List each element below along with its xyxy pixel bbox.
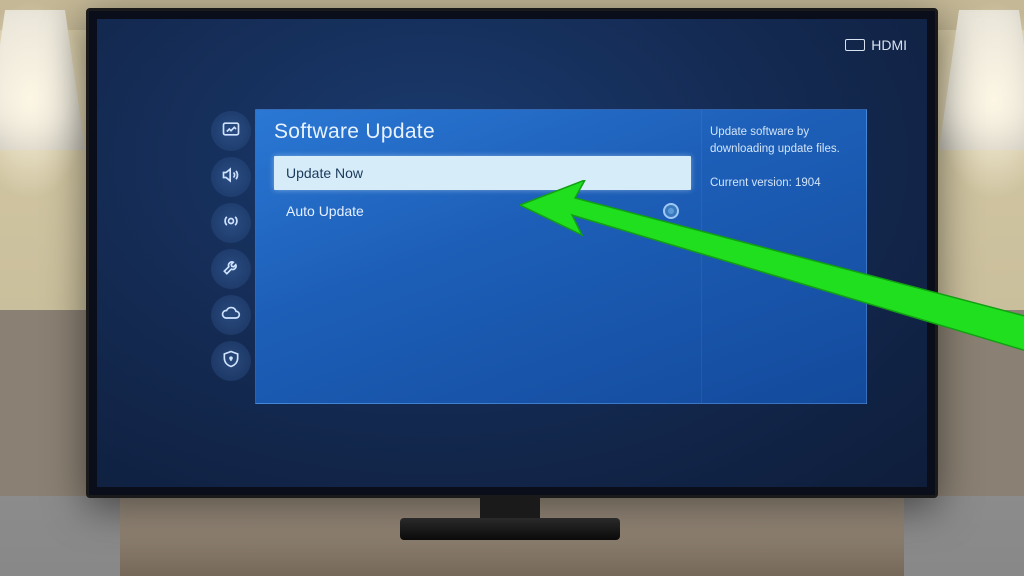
tv-stand-base xyxy=(400,518,620,540)
page-title: Software Update xyxy=(274,120,691,144)
picture-icon xyxy=(221,119,241,144)
cloud-icon xyxy=(221,303,241,328)
auto-update-toggle[interactable] xyxy=(663,203,679,219)
broadcast-icon xyxy=(221,211,241,236)
sidebar-item-broadcast[interactable] xyxy=(211,203,251,243)
hdmi-icon xyxy=(845,39,865,51)
version-value: 1904 xyxy=(795,177,821,189)
tv-frame: HDMI xyxy=(86,8,938,498)
help-panel: Update software by downloading update fi… xyxy=(701,110,866,403)
settings-sidebar xyxy=(207,109,255,404)
panel-body: Software Update Update Now Auto Update U… xyxy=(255,109,867,404)
menu-item-label: Update Now xyxy=(286,165,363,181)
sidebar-item-support[interactable] xyxy=(211,295,251,335)
input-source-label: HDMI xyxy=(871,37,907,53)
wrench-icon xyxy=(221,257,241,282)
sidebar-item-privacy[interactable] xyxy=(211,341,251,381)
help-text: Update software by downloading update fi… xyxy=(710,124,852,159)
shield-icon xyxy=(221,349,241,374)
sound-icon xyxy=(221,165,241,190)
menu-item-update-now[interactable]: Update Now xyxy=(274,156,691,190)
sidebar-item-sound[interactable] xyxy=(211,157,251,197)
sidebar-item-general[interactable] xyxy=(211,249,251,289)
tv-screen: HDMI xyxy=(97,19,927,487)
version-info: Current version: 1904 xyxy=(710,175,852,192)
input-source-indicator: HDMI xyxy=(845,37,907,53)
version-label: Current version: xyxy=(710,177,792,189)
sidebar-item-picture[interactable] xyxy=(211,111,251,151)
settings-panel: Software Update Update Now Auto Update U… xyxy=(207,109,867,404)
menu-item-label: Auto Update xyxy=(286,203,364,219)
menu-item-auto-update[interactable]: Auto Update xyxy=(274,194,691,228)
panel-main: Software Update Update Now Auto Update xyxy=(256,110,701,403)
